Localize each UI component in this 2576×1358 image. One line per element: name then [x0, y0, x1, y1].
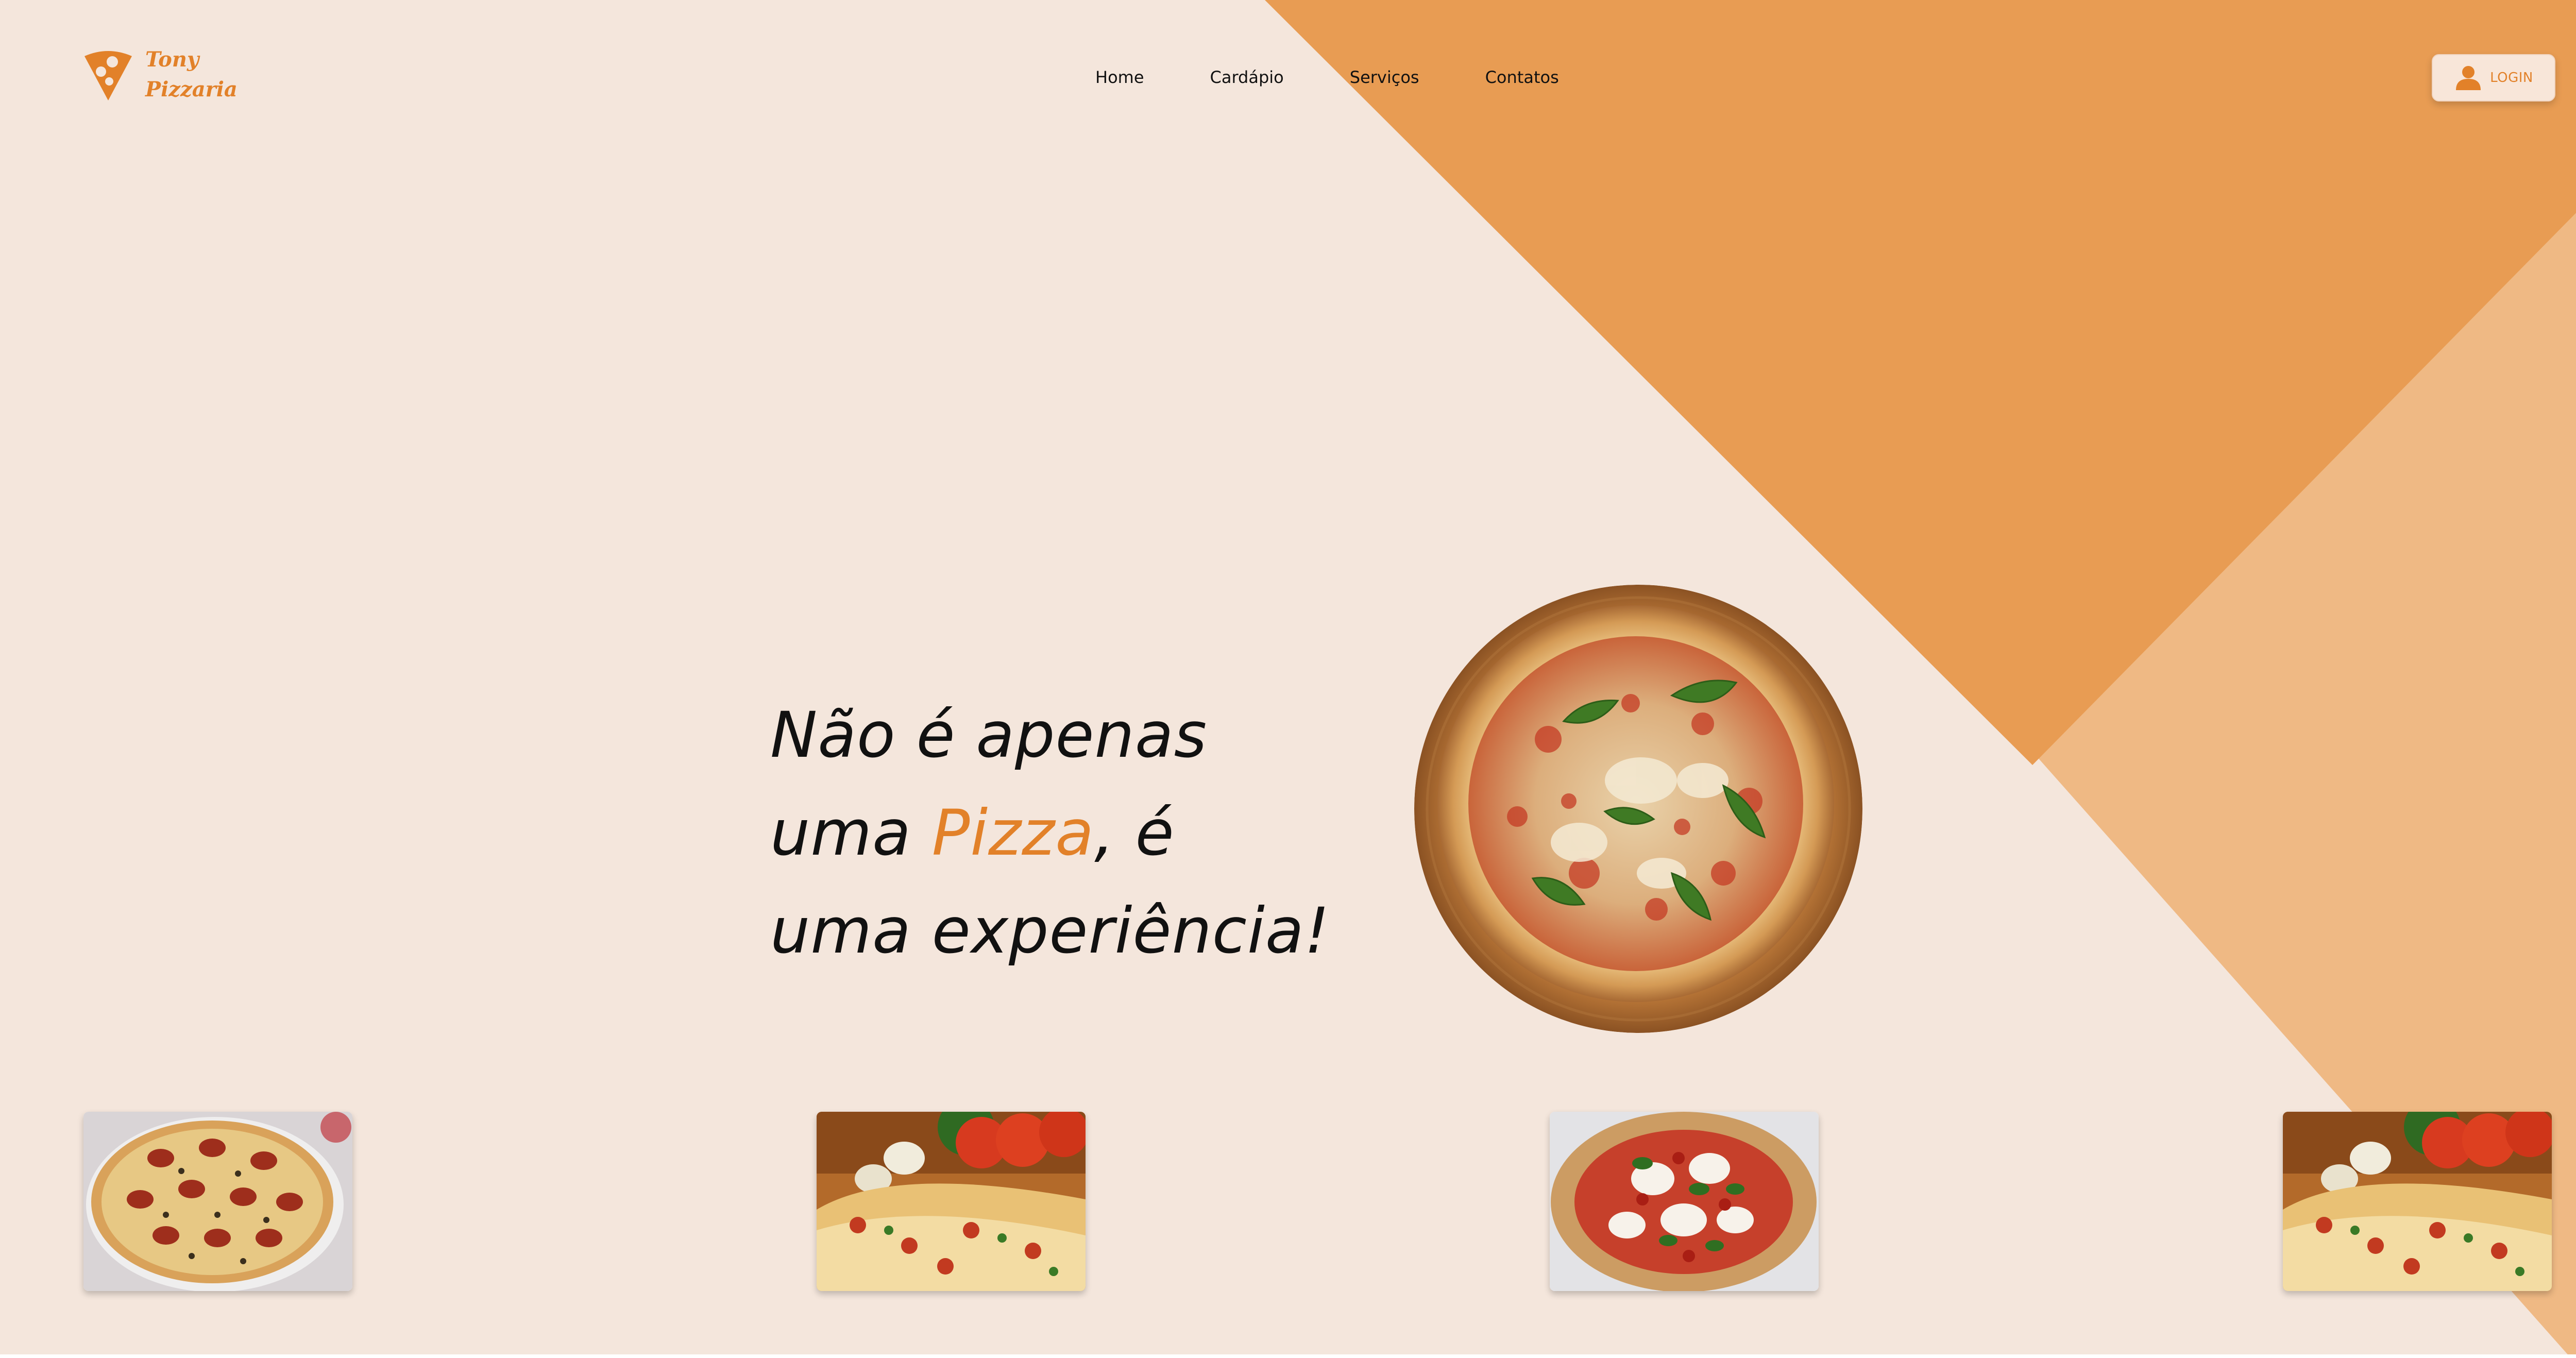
- margherita-pizza-photo: [1414, 585, 1862, 1033]
- page-bottom-edge: [0, 1354, 2576, 1358]
- login-label: LOGIN: [2490, 70, 2533, 86]
- pizza-slice-icon: [84, 51, 132, 100]
- gallery-thumb-3[interactable]: [1550, 1112, 1819, 1291]
- hero-line-2: uma Pizza, é: [770, 784, 1399, 882]
- user-icon: [2456, 66, 2481, 90]
- pizza-with-tomatoes-photo: [817, 1112, 1086, 1291]
- nav-contatos[interactable]: Contatos: [1485, 65, 1559, 90]
- brand-logo[interactable]: Tony Pizzaria: [82, 47, 242, 111]
- hero-accent-word: Pizza: [931, 796, 1095, 870]
- brand-name-line1: Tony: [145, 47, 199, 72]
- brand-name-line2: Pizzaria: [145, 77, 238, 101]
- caprese-pizza-photo: [1550, 1112, 1819, 1291]
- nav-cardapio[interactable]: Cardápio: [1210, 65, 1284, 90]
- brand-name: Tony Pizzaria: [145, 45, 238, 105]
- hero-line-3: uma experiência!: [770, 894, 1330, 967]
- nav-home[interactable]: Home: [1095, 65, 1144, 90]
- main-nav: Home Cardápio Serviços Contatos: [1095, 65, 1559, 90]
- pizza-with-tomatoes-photo: [2283, 1112, 2552, 1291]
- background-shapes: [1265, 0, 2576, 1358]
- hero-line-1: Não é apenas: [770, 698, 1208, 772]
- hero-line-2-prefix: uma: [770, 796, 932, 870]
- gallery-thumb-1[interactable]: [83, 1112, 352, 1291]
- gallery-thumb-4[interactable]: [2283, 1112, 2552, 1291]
- login-button[interactable]: LOGIN: [2432, 54, 2555, 101]
- hero-headline: Não é apenas uma Pizza, é uma experiênci…: [770, 686, 1399, 980]
- hero-line-2-suffix: , é: [1094, 796, 1175, 870]
- pepperoni-olive-pizza-photo: [83, 1112, 352, 1291]
- gallery-thumb-2[interactable]: [817, 1112, 1086, 1291]
- nav-servicos[interactable]: Serviços: [1350, 65, 1419, 90]
